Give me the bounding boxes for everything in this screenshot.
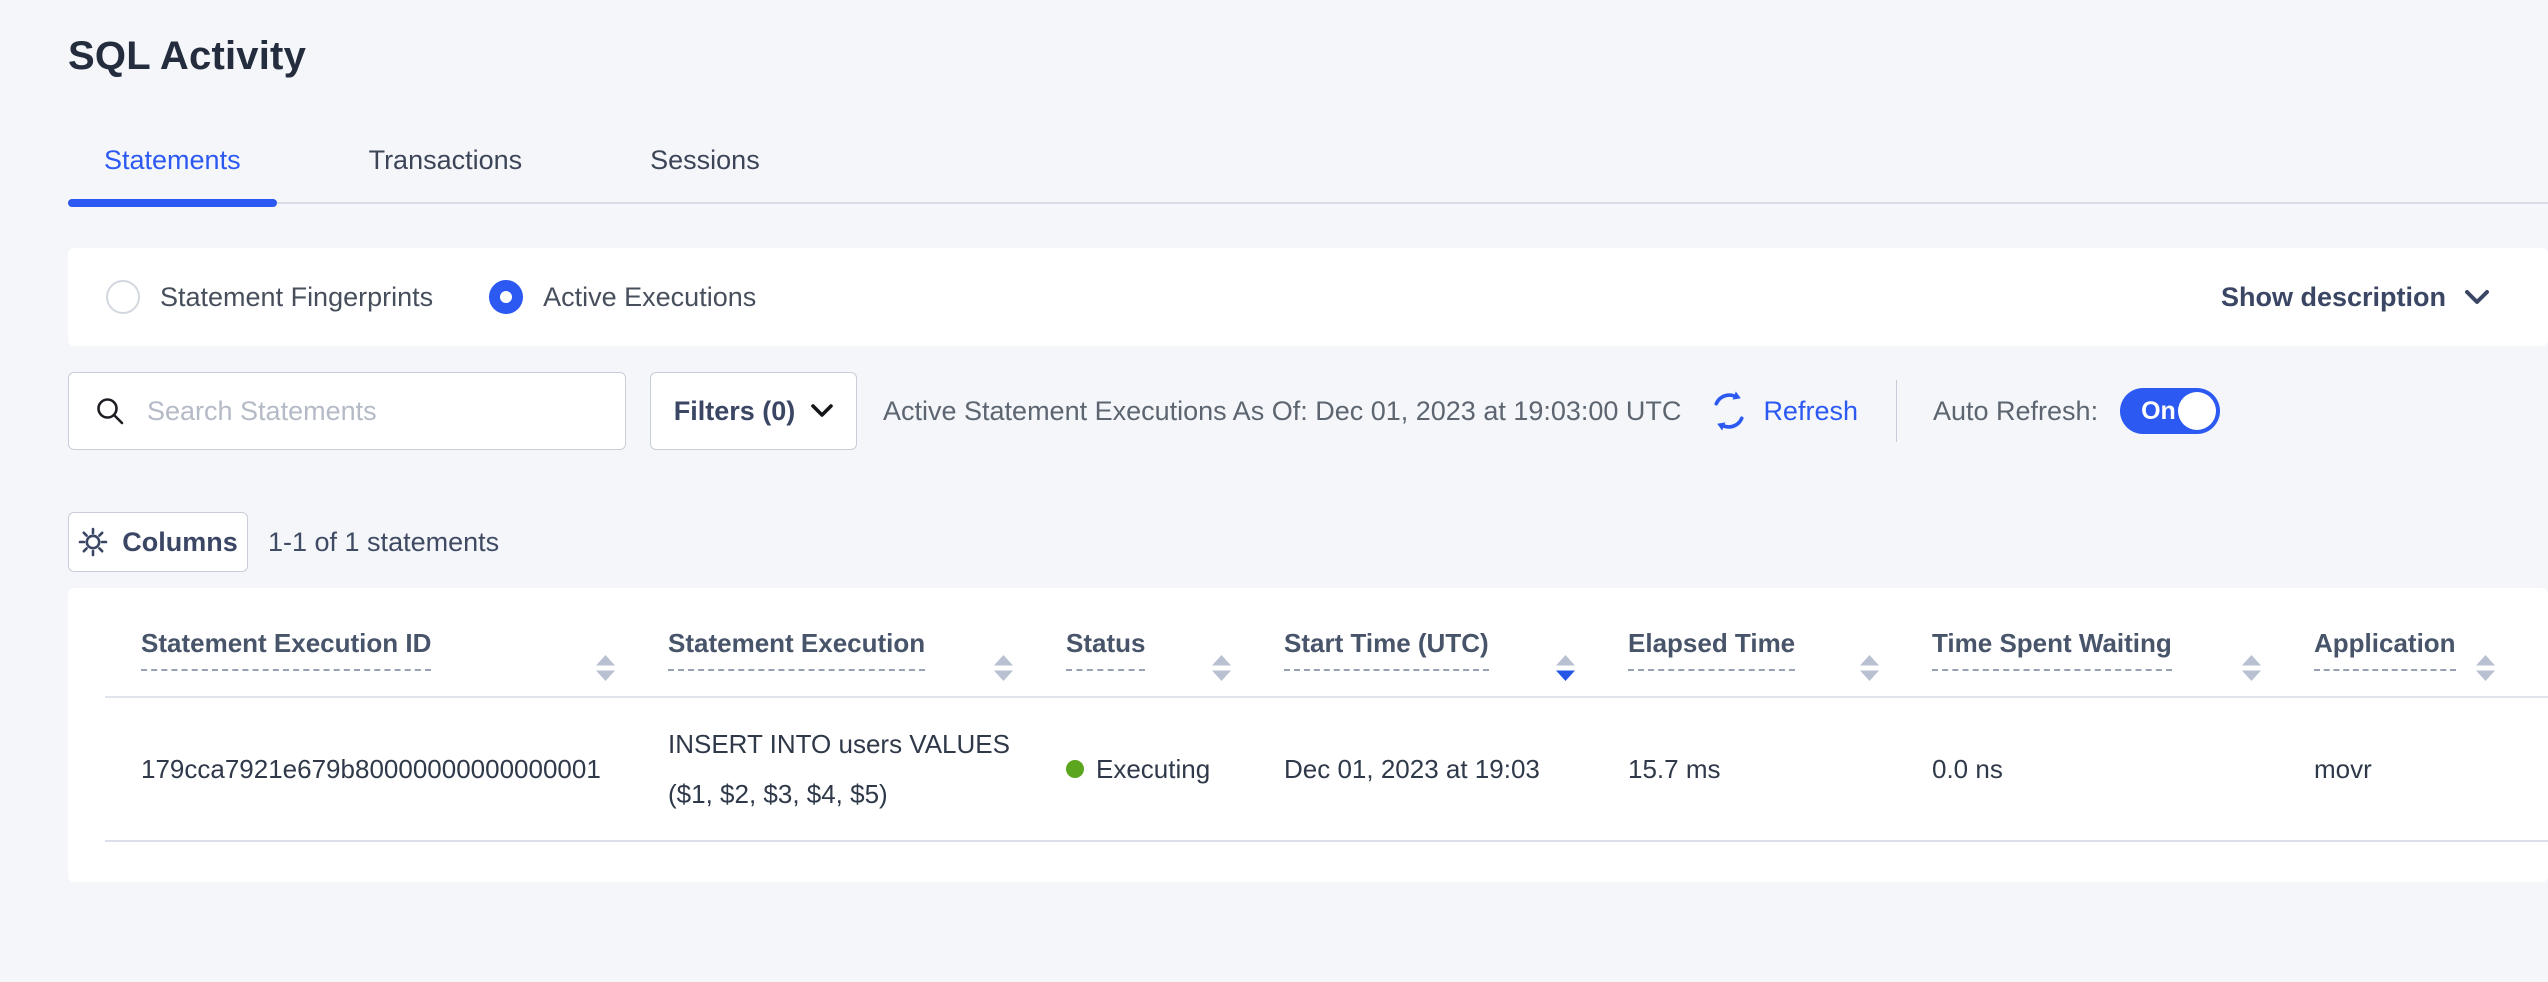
sort-icon[interactable] [2475,654,2496,682]
refresh-icon [1709,391,1749,431]
radio-statement-fingerprints[interactable]: Statement Fingerprints [106,280,433,314]
column-header-statement-execution-id[interactable]: Statement Execution ID [105,628,668,696]
column-header-application[interactable]: Application [2314,628,2548,696]
tab-transactions[interactable]: Transactions [333,145,559,202]
sort-icon[interactable] [595,654,616,682]
sort-icon[interactable] [1555,654,1576,682]
tab-statements[interactable]: Statements [68,145,277,202]
auto-refresh-toggle[interactable]: On [2120,388,2220,434]
chevron-down-icon [811,404,833,418]
toggle-knob[interactable] [2178,392,2216,430]
sort-icon[interactable] [2241,654,2262,682]
tab-sessions[interactable]: Sessions [614,145,796,202]
refresh-label: Refresh [1763,396,1858,427]
search-input[interactable] [147,396,577,427]
refresh-button[interactable]: Refresh [1709,391,1858,431]
filters-button-label: Filters (0) [674,396,796,427]
sort-icon[interactable] [993,654,1014,682]
cell-statement-execution-id[interactable]: 179cca7921e679b80000000000000001 [105,754,668,785]
page-title: SQL Activity [68,34,2548,79]
view-mode-radio-group: Statement Fingerprints Active Executions [106,280,756,314]
cell-statement-execution[interactable]: INSERT INTO users VALUES ($1, $2, $3, $4… [668,719,1028,819]
search-box[interactable] [68,372,626,450]
column-header-status[interactable]: Status [1066,628,1284,696]
radio-circle-selected[interactable] [489,280,523,314]
search-icon [95,396,125,426]
sort-icon[interactable] [1211,654,1232,682]
radio-circle-unselected[interactable] [106,280,140,314]
chevron-down-icon [2464,289,2490,305]
cell-time-spent-waiting: 0.0 ns [1932,754,2314,785]
cell-start-time: Dec 01, 2023 at 19:03 [1284,754,1628,785]
column-header-start-time[interactable]: Start Time (UTC) [1284,628,1628,696]
columns-button[interactable]: Columns [68,512,248,572]
toolbar: Filters (0) Active Statement Executions … [68,372,2548,450]
tab-bar: Statements Transactions Sessions [68,145,2548,204]
column-header-statement-execution[interactable]: Statement Execution [668,628,1066,696]
radio-label: Active Executions [543,282,756,313]
show-description-label: Show description [2221,282,2446,313]
column-header-elapsed-time[interactable]: Elapsed Time [1628,628,1932,696]
cell-status: Executing [1066,754,1284,785]
show-description-toggle[interactable]: Show description [2221,282,2490,313]
radio-active-executions[interactable]: Active Executions [489,280,756,314]
column-header-time-spent-waiting[interactable]: Time Spent Waiting [1932,628,2314,696]
columns-button-label: Columns [122,527,238,558]
cell-application: movr [2314,754,2548,785]
sort-icon[interactable] [1859,654,1880,682]
radio-label: Statement Fingerprints [160,282,433,313]
auto-refresh-label: Auto Refresh: [1933,396,2098,427]
toolbar-divider [1896,380,1897,442]
table-row[interactable]: 179cca7921e679b80000000000000001 INSERT … [105,698,2548,842]
statements-table: Statement Execution ID Statement Executi… [68,588,2548,882]
toggle-state-label: On [2141,397,2176,426]
as-of-text: Active Statement Executions As Of: Dec 0… [883,396,1681,427]
cell-elapsed-time: 15.7 ms [1628,754,1932,785]
filters-button[interactable]: Filters (0) [650,372,857,450]
view-mode-card: Statement Fingerprints Active Executions… [68,248,2548,346]
status-dot [1066,760,1084,778]
gear-icon [78,527,108,557]
result-count: 1-1 of 1 statements [268,527,499,558]
table-header-row: Statement Execution ID Statement Executi… [105,588,2548,698]
status-label: Executing [1096,754,1210,785]
table-controls: Columns 1-1 of 1 statements [68,512,2548,572]
